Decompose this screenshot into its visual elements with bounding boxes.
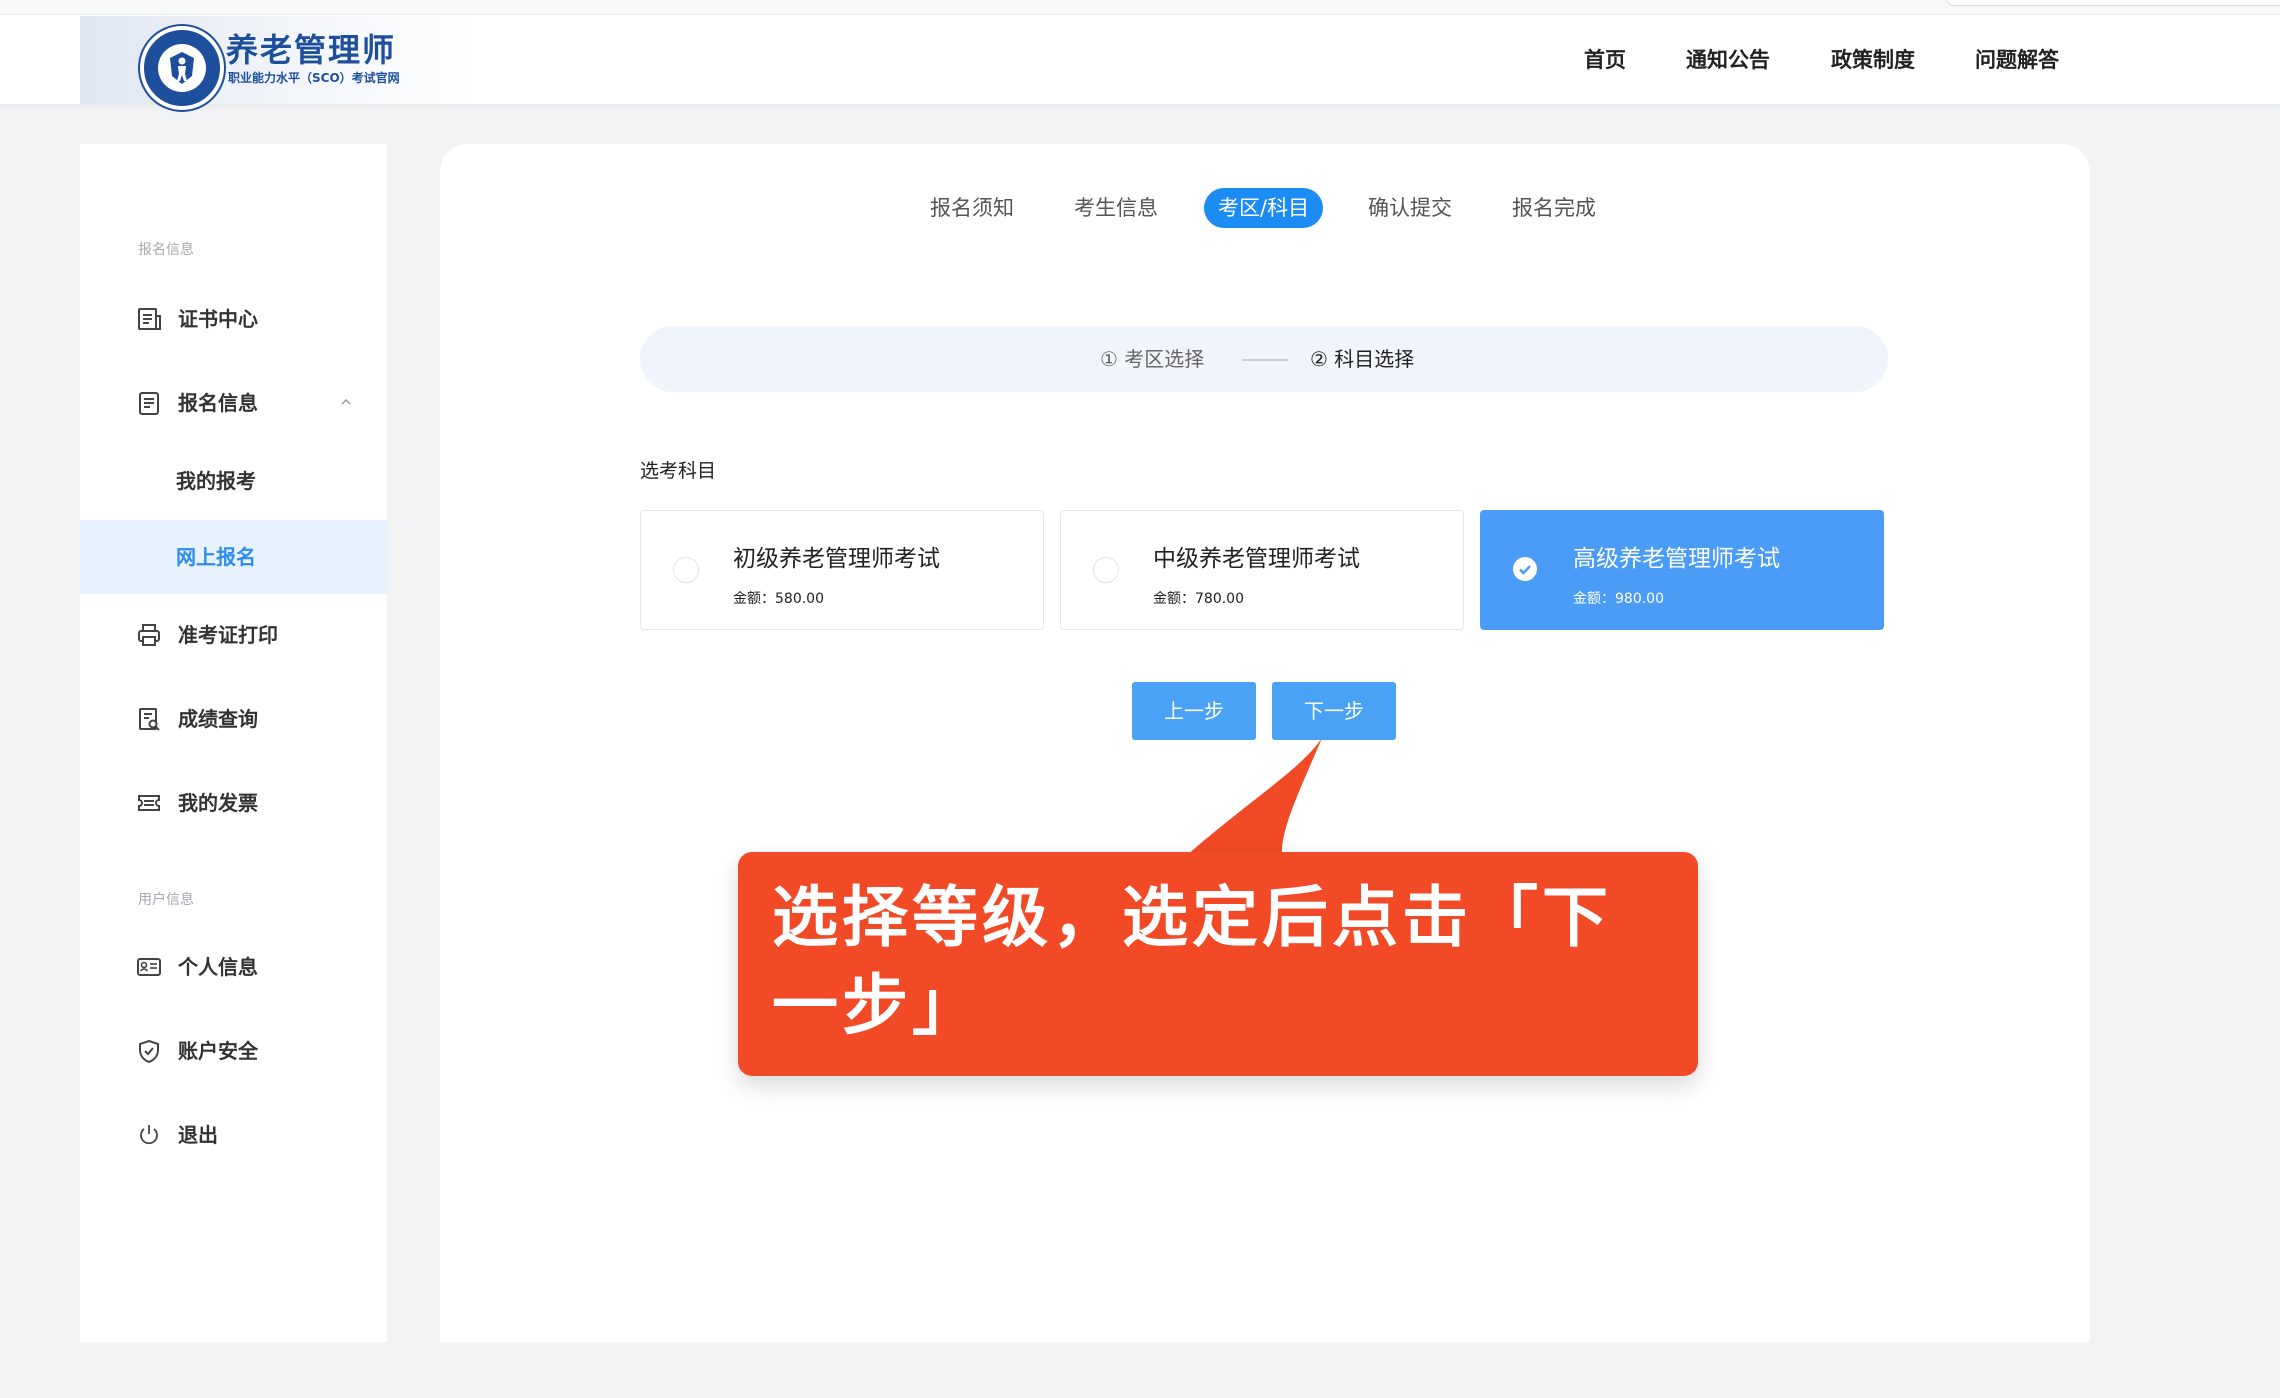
ticket-icon [138, 795, 160, 811]
substep-bar: ① 考区选择 ② 科目选择 [640, 326, 1888, 392]
subject-card-intermediate[interactable]: 中级养老管理师考试 金额：780.00 [1060, 510, 1464, 630]
subject-section-label: 选考科目 [640, 460, 717, 482]
subject-fee: 金额：580.00 [733, 591, 824, 607]
sidebar-section-user: 用户信息 [138, 892, 194, 908]
step-tab-candidate-info[interactable]: 考生信息 [1074, 188, 1158, 228]
sidebar-item-signup-info[interactable]: 报名信息 [80, 366, 387, 440]
person-figure-icon [170, 52, 194, 84]
sidebar-item-label: 成绩查询 [178, 707, 258, 731]
shield-icon [139, 1039, 159, 1064]
sidebar-item-label: 证书中心 [178, 307, 258, 331]
step-tab-complete[interactable]: 报名完成 [1512, 188, 1596, 228]
radio-icon[interactable] [673, 557, 699, 583]
subject-card-senior[interactable]: 高级养老管理师考试 金额：980.00 [1480, 510, 1884, 630]
subject-fee: 金额：980.00 [1573, 591, 1664, 607]
sidebar-item-my-exams[interactable]: 我的报考 [80, 444, 387, 518]
sidebar-item-label: 退出 [178, 1123, 218, 1147]
sidebar-item-online-signup[interactable]: 网上报名 [80, 520, 387, 594]
nav-announcements[interactable]: 通知公告 [1686, 46, 1770, 74]
sidebar-item-profile[interactable]: 个人信息 [80, 930, 387, 1004]
sidebar-item-invoices[interactable]: 我的发票 [80, 766, 387, 840]
logo-title: 养老管理师 [226, 31, 397, 69]
form-icon [139, 392, 159, 415]
step-tab-area-subject[interactable]: 考区/科目 [1204, 188, 1324, 228]
sidebar-item-score-query[interactable]: 成绩查询 [80, 682, 387, 756]
step-tab-confirm[interactable]: 确认提交 [1368, 188, 1452, 228]
nav-policies[interactable]: 政策制度 [1831, 46, 1915, 74]
id-card-icon [137, 958, 161, 976]
substep-divider [1242, 359, 1288, 361]
prev-step-button[interactable]: 上一步 [1132, 682, 1256, 740]
power-icon [140, 1125, 158, 1145]
step-tab-notice[interactable]: 报名须知 [930, 188, 1014, 228]
sidebar-item-admission-ticket[interactable]: 准考证打印 [80, 598, 387, 672]
check-icon [1519, 565, 1531, 575]
printer-icon [138, 624, 160, 646]
sidebar-item-label: 账户安全 [178, 1039, 258, 1063]
instruction-callout: 选择等级，选定后点击「下一步」 [738, 852, 1698, 1076]
sidebar-item-label: 我的发票 [178, 791, 258, 815]
sidebar-item-account-security[interactable]: 账户安全 [80, 1014, 387, 1088]
sidebar-item-label: 准考证打印 [178, 623, 278, 647]
next-step-button[interactable]: 下一步 [1272, 682, 1396, 740]
substep-area[interactable]: ① 考区选择 [1100, 344, 1204, 374]
subject-name: 初级养老管理师考试 [733, 546, 940, 572]
nav-faq[interactable]: 问题解答 [1975, 46, 2059, 74]
checked-radio-icon[interactable] [1513, 557, 1537, 581]
sidebar-section-signup: 报名信息 [138, 242, 194, 258]
sidebar: 报名信息 证书中心 报名信息 我的报考 网上报名 准考证打印 成绩查询 我的发票… [80, 144, 387, 1342]
site-header: 养老管理师 职业能力水平（SCO）考试官网 首页 通知公告 政策制度 问题解答 [0, 0, 2280, 110]
sidebar-item-label: 网上报名 [176, 545, 256, 569]
chevron-up-icon[interactable] [340, 396, 352, 408]
logo-subtitle: 职业能力水平（SCO）考试官网 [228, 71, 400, 85]
sidebar-item-label: 报名信息 [178, 391, 258, 415]
radio-icon[interactable] [1093, 557, 1119, 583]
sidebar-item-label: 我的报考 [176, 469, 256, 493]
browser-address-pill [1946, 0, 2280, 6]
main-card: 报名须知 考生信息 考区/科目 确认提交 报名完成 ① 考区选择 ② 科目选择 … [440, 144, 2090, 1342]
subject-name: 中级养老管理师考试 [1153, 546, 1360, 572]
logo-emblem-icon[interactable] [140, 26, 224, 110]
sidebar-item-certificates[interactable]: 证书中心 [80, 282, 387, 356]
nav-home[interactable]: 首页 [1584, 46, 1626, 74]
callout-text: 选择等级，选定后点击「下一步」 [772, 879, 1612, 1044]
sidebar-item-label: 个人信息 [178, 955, 258, 979]
subject-fee: 金额：780.00 [1153, 591, 1244, 607]
browser-top-strip [0, 0, 2280, 15]
document-list-icon [138, 308, 161, 330]
search-document-icon [139, 708, 160, 731]
substep-subject[interactable]: ② 科目选择 [1310, 344, 1414, 374]
subject-name: 高级养老管理师考试 [1573, 546, 1780, 572]
sidebar-item-logout[interactable]: 退出 [80, 1098, 387, 1172]
subject-card-junior[interactable]: 初级养老管理师考试 金额：580.00 [640, 510, 1044, 630]
